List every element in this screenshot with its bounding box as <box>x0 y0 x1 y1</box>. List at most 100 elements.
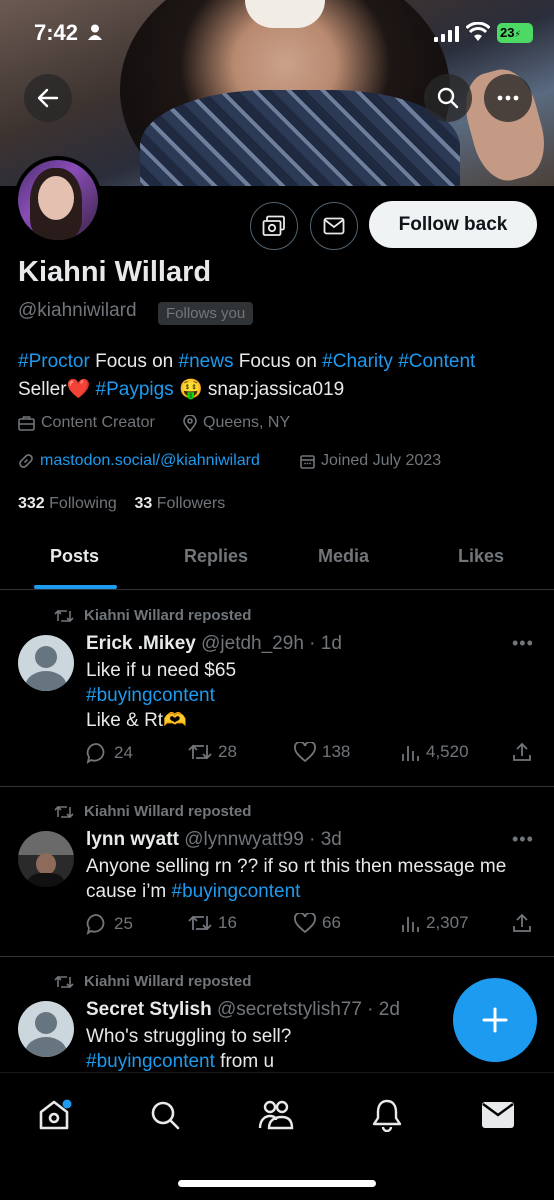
subscribe-button[interactable] <box>250 202 298 250</box>
nav-home[interactable] <box>34 1095 74 1135</box>
explore-icon <box>151 1101 180 1130</box>
repost-icon <box>188 744 212 760</box>
like-count: 138 <box>322 742 351 761</box>
repost-indicator: Kiahni Willard reposted <box>54 803 251 820</box>
joined-text: Joined July 2023 <box>321 452 442 469</box>
nav-messages[interactable] <box>478 1095 518 1135</box>
repost-button[interactable]: 28 <box>188 742 237 762</box>
avatar-head <box>35 1012 57 1034</box>
post-actions: 24 28 138 4,520 <box>86 742 536 772</box>
followers-link[interactable]: 33 Followers <box>135 495 226 512</box>
profile-website[interactable]: mastodon.social/@kiahniwilard <box>18 452 260 470</box>
hashtag-link[interactable]: #Proctor <box>18 351 90 372</box>
nav-notifications[interactable] <box>367 1095 407 1135</box>
battery-level: 23 <box>500 25 515 40</box>
nav-communities[interactable] <box>256 1095 296 1135</box>
battery-indicator: 23⚡ <box>497 23 533 43</box>
post-item[interactable]: Kiahni Willard reposted lynn wyatt @lynn… <box>0 787 554 957</box>
avatar-photo-background <box>18 831 74 855</box>
like-button[interactable]: 138 <box>294 742 350 762</box>
more-options-button[interactable] <box>484 74 532 122</box>
location-text: Queens, NY <box>203 414 291 431</box>
post-author[interactable]: lynn wyatt <box>86 829 179 850</box>
post-item[interactable]: Kiahni Willard reposted Erick .Mikey @je… <box>0 591 554 787</box>
search-icon <box>437 87 459 109</box>
post-author[interactable]: Erick .Mikey <box>86 633 196 654</box>
hashtag-link[interactable]: #buyingcontent <box>172 881 301 902</box>
repost-indicator: Kiahni Willard reposted <box>54 973 251 990</box>
post-more-icon[interactable]: ••• <box>512 633 534 654</box>
notifications-icon <box>372 1099 402 1132</box>
hashtag-link[interactable]: #buyingcontent <box>86 683 536 708</box>
banner-photo-shirt <box>140 90 460 186</box>
share-button[interactable] <box>512 913 532 933</box>
calendar-icon <box>300 454 315 469</box>
views-icon <box>402 746 419 761</box>
follow-counts: 332 Following 33 Followers <box>18 495 225 513</box>
category-text: Content Creator <box>41 414 155 431</box>
like-icon <box>294 742 316 762</box>
follows-you-badge: Follows you <box>158 302 254 325</box>
compose-button[interactable] <box>453 978 537 1062</box>
reply-count: 24 <box>114 743 133 762</box>
post-author[interactable]: Secret Stylish <box>86 999 212 1020</box>
hashtag-link[interactable]: #Charity <box>322 351 393 372</box>
tab-posts[interactable]: Posts <box>50 546 99 567</box>
post-avatar[interactable] <box>18 1001 74 1057</box>
post-handle-time: @secretstylish77 · 2d <box>216 999 400 1020</box>
hashtag-link[interactable]: #Paypigs <box>96 379 174 400</box>
like-button[interactable]: 66 <box>294 913 341 933</box>
post-more-icon[interactable]: ••• <box>512 829 534 850</box>
profile-name: Kiahni Willard <box>18 256 212 288</box>
reply-button[interactable]: 24 <box>86 742 133 764</box>
following-link[interactable]: 332 Following <box>18 495 117 512</box>
avatar-body <box>25 1037 67 1057</box>
post-avatar[interactable] <box>18 635 74 691</box>
reply-button[interactable]: 25 <box>86 913 133 935</box>
reply-icon <box>86 743 105 764</box>
avatar-photo-body <box>28 873 64 887</box>
views-button[interactable]: 2,307 <box>400 913 469 933</box>
compose-plus-icon <box>482 1007 508 1033</box>
share-icon <box>513 742 531 761</box>
status-bar: 7:42 23⚡ <box>0 0 554 66</box>
repost-count: 28 <box>218 742 237 761</box>
repost-icon <box>188 915 212 931</box>
repost-icon <box>54 805 74 818</box>
repost-indicator: Kiahni Willard reposted <box>54 607 251 624</box>
share-button[interactable] <box>512 742 532 762</box>
tab-media[interactable]: Media <box>318 546 369 567</box>
profile-avatar[interactable] <box>14 156 102 244</box>
hashtag-link[interactable]: #Content <box>398 351 475 372</box>
repost-button[interactable]: 16 <box>188 913 237 933</box>
following-count: 332 <box>18 495 45 512</box>
reply-count: 25 <box>114 914 133 933</box>
avatar-photo-face <box>38 176 74 220</box>
briefcase-icon <box>18 416 35 431</box>
search-button[interactable] <box>424 74 472 122</box>
hashtag-link[interactable]: #news <box>179 351 234 372</box>
repost-count: 16 <box>218 913 237 932</box>
follow-back-button[interactable]: Follow back <box>369 201 537 248</box>
website-link[interactable]: mastodon.social/@kiahniwilard <box>40 452 260 470</box>
message-button[interactable] <box>310 202 358 250</box>
views-count: 2,307 <box>426 913 469 932</box>
tab-replies[interactable]: Replies <box>184 546 248 567</box>
post-avatar[interactable] <box>18 831 74 887</box>
message-icon <box>323 217 345 235</box>
bio-text: Focus on <box>233 351 323 372</box>
following-label: Following <box>49 495 117 512</box>
post-line: Like if u need $65 <box>86 660 237 681</box>
tab-likes[interactable]: Likes <box>458 546 504 567</box>
avatar-photo <box>18 160 98 240</box>
repost-label: Kiahni Willard reposted <box>84 973 252 990</box>
like-count: 66 <box>322 913 341 932</box>
back-button[interactable] <box>24 74 72 122</box>
link-icon <box>19 454 33 468</box>
hashtag-link[interactable]: #buyingcontent <box>86 1051 215 1072</box>
nav-explore[interactable] <box>145 1095 185 1135</box>
post-line: Anyone selling rn ?? if so rt this then … <box>86 856 507 877</box>
cellular-signal-icon <box>434 26 459 42</box>
views-button[interactable]: 4,520 <box>400 742 469 762</box>
wifi-icon <box>466 22 490 41</box>
